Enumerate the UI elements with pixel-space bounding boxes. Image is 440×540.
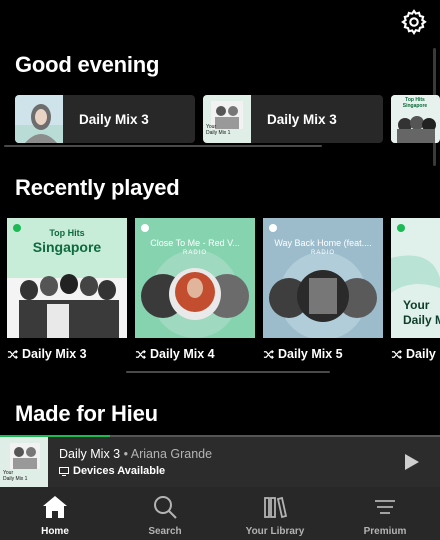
recent-card-daily-mix-4[interactable]: Close To Me - Red V... RADIO Daily Mix 4 bbox=[135, 218, 255, 361]
shortcut-label: Daily Mix 3 bbox=[267, 111, 337, 127]
playlist-cover bbox=[15, 95, 63, 143]
library-icon bbox=[264, 496, 288, 519]
horizontal-scrollbar[interactable] bbox=[126, 371, 330, 373]
radio-cover: Close To Me - Red V... RADIO bbox=[135, 218, 255, 338]
shuffle-icon bbox=[391, 349, 402, 359]
section-title-made-for-hieu: Made for Hieu bbox=[15, 401, 158, 426]
home-icon bbox=[43, 496, 67, 518]
shortcut-label: Daily Mix 3 bbox=[79, 111, 149, 127]
title-separator: • bbox=[120, 447, 131, 461]
premium-icon bbox=[375, 500, 395, 514]
shortcut-daily-mix-3-alt[interactable]: Your Daily Mix 1 Daily Mix 3 bbox=[203, 95, 383, 143]
devices-available-button[interactable]: Devices Available bbox=[59, 465, 165, 477]
device-icon bbox=[59, 466, 69, 476]
now-playing-title: Daily Mix 3 bbox=[59, 447, 121, 461]
bottom-navigation: Home Search Your Library Premium bbox=[0, 487, 440, 540]
card-label: Daily Mix 5 bbox=[278, 347, 343, 361]
card-label: Daily Mix 4 bbox=[150, 347, 215, 361]
nav-label: Premium bbox=[363, 526, 407, 537]
nav-home[interactable]: Home bbox=[0, 487, 110, 540]
section-title-good-evening: Good evening bbox=[15, 52, 160, 77]
nav-premium[interactable]: Premium bbox=[330, 487, 440, 540]
card-label: Daily Mix 3 bbox=[22, 347, 87, 361]
nav-label: Your Library bbox=[245, 526, 305, 537]
cover-text-daily-mix: Daily Mix 1 bbox=[3, 476, 28, 482]
devices-label: Devices Available bbox=[73, 465, 166, 477]
search-icon bbox=[154, 496, 177, 519]
cover-text-daily-mix: Daily Mix 1 bbox=[206, 130, 231, 136]
shortcut-daily-mix-3[interactable]: Daily Mix 3 bbox=[15, 95, 195, 143]
section-title-recently-played: Recently played bbox=[15, 175, 180, 200]
now-playing-bar[interactable]: Your Daily Mix 1 Daily Mix 3 • Ariana Gr… bbox=[0, 435, 440, 487]
cover-text-daily-mix: Daily M bbox=[403, 313, 440, 327]
recent-card-daily-mix-3[interactable]: Top Hits Singapore Daily Mix 3 bbox=[7, 218, 127, 361]
recent-card-daily-partial[interactable]: Your Daily M Daily bbox=[391, 218, 440, 361]
now-playing-cover: Your Daily Mix 1 bbox=[0, 437, 48, 487]
horizontal-scrollbar[interactable] bbox=[4, 145, 322, 147]
nav-label: Home bbox=[41, 526, 69, 537]
cover-text-top-hits: Top Hits bbox=[49, 228, 85, 238]
nav-your-library[interactable]: Your Library bbox=[220, 487, 330, 540]
playback-progress bbox=[0, 435, 440, 437]
nav-search[interactable]: Search bbox=[110, 487, 220, 540]
cover-text-radio: RADIO bbox=[182, 250, 207, 256]
playlist-cover: Your Daily Mix 1 bbox=[203, 95, 251, 143]
playlist-cover: Top Hits Singapore bbox=[7, 218, 127, 338]
cover-text-singapore: Singapore bbox=[32, 239, 102, 255]
card-label: Daily bbox=[406, 347, 436, 361]
shuffle-icon bbox=[263, 349, 274, 359]
cover-text-title: Close To Me - Red V... bbox=[150, 238, 240, 248]
radio-cover: Way Back Home (feat.... RADIO bbox=[263, 218, 383, 338]
cover-text-your: Your bbox=[403, 298, 430, 312]
playlist-cover: Top Hits Singapore bbox=[391, 95, 439, 143]
cover-text-title: Way Back Home (feat.... bbox=[274, 238, 372, 248]
playlist-cover: Your Daily M bbox=[391, 218, 440, 338]
cover-text-singapore: Singapore bbox=[402, 103, 428, 109]
shuffle-icon bbox=[135, 349, 146, 359]
play-icon[interactable] bbox=[404, 453, 420, 471]
recent-card-daily-mix-5[interactable]: Way Back Home (feat.... RADIO Daily Mix … bbox=[263, 218, 383, 361]
shortcut-partial[interactable]: Top Hits Singapore bbox=[391, 95, 440, 143]
shuffle-icon bbox=[7, 349, 18, 359]
nav-label: Search bbox=[148, 526, 182, 537]
now-playing-artist: Ariana Grande bbox=[130, 447, 213, 461]
gear-icon[interactable] bbox=[400, 8, 428, 36]
cover-text-radio: RADIO bbox=[310, 250, 335, 256]
